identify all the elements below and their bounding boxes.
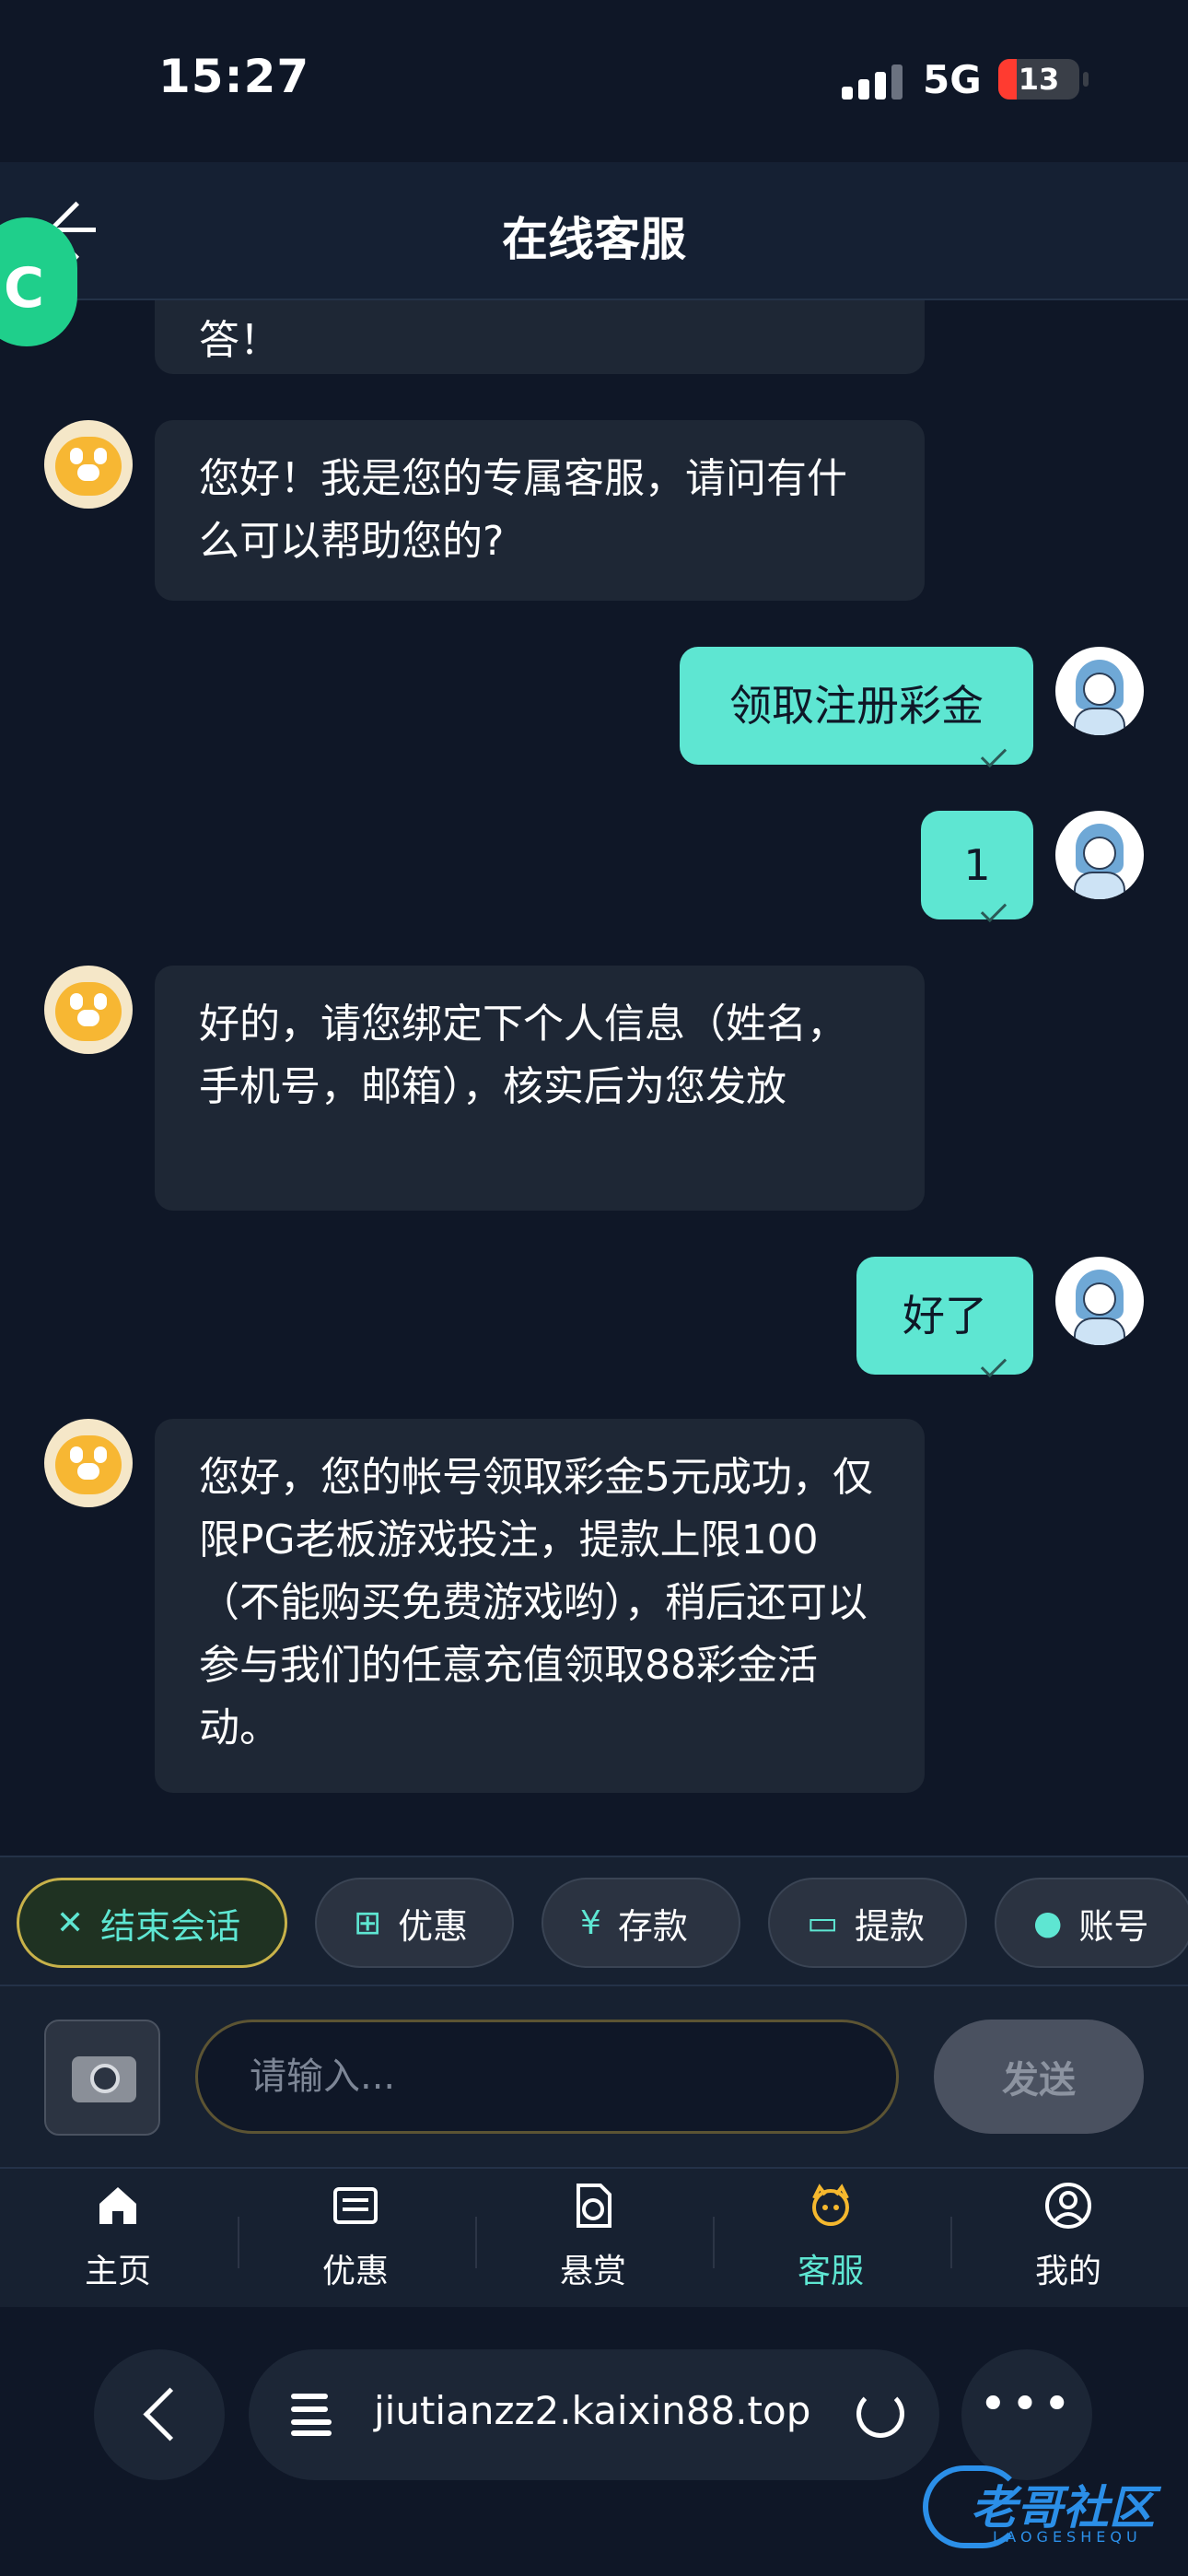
user-avatar: [1055, 811, 1144, 899]
message-bot: 您好，您的帐号领取彩金5元成功，仅限PG老板游戏投注，提款上限100（不能购买免…: [155, 1419, 925, 1793]
promo-button[interactable]: ⊞ 优惠: [315, 1878, 514, 1968]
message-user: 好了: [856, 1257, 1033, 1378]
user-avatar: [1055, 1257, 1144, 1345]
chat-messages: 答！ 您好！我是您的专属客服，请问有什么可以帮助您的? 领取注册彩金 1 好的，…: [0, 300, 1188, 1856]
battery-level: 13: [1018, 62, 1060, 97]
tab-home[interactable]: 主页: [35, 2182, 201, 2301]
withdraw-button[interactable]: ▭ 提款: [768, 1878, 967, 1968]
tab-reward[interactable]: 悬赏: [510, 2182, 676, 2301]
reload-icon[interactable]: [856, 2390, 904, 2438]
chat-header: 在线客服: [0, 162, 1188, 300]
quick-actions: ✕ 结束会话 ⊞ 优惠 ¥ 存款 ▭ 提款 ● 账号: [0, 1856, 1188, 1986]
status-time: 15:27: [158, 50, 310, 103]
tab-label: 我的: [1034, 2253, 1101, 2290]
message-text: 好了: [903, 1291, 987, 1341]
message-text: 领取注册彩金: [729, 681, 984, 731]
message-text: 1: [963, 840, 991, 890]
deposit-button[interactable]: ¥ 存款: [542, 1878, 740, 1968]
floating-badge-text: C: [4, 256, 45, 321]
chip-label: 账号: [1078, 1905, 1149, 1947]
page-title: 在线客服: [502, 213, 686, 266]
signal-icon: [842, 63, 903, 100]
tab-label: 主页: [84, 2253, 151, 2290]
message-bot: 您好！我是您的专属客服，请问有什么可以帮助您的?: [155, 420, 925, 601]
tab-support[interactable]: 客服: [748, 2182, 914, 2301]
more-menu-button[interactable]: •••: [961, 2349, 1092, 2480]
read-check-icon: [980, 896, 1007, 923]
gift-icon: ⊞: [354, 1903, 382, 1942]
tab-promo[interactable]: 优惠: [273, 2182, 438, 2301]
yen-icon: ¥: [580, 1903, 601, 1942]
message-input[interactable]: [195, 2020, 899, 2134]
address-bar[interactable]: jiutianzz2.kaixin88.top: [249, 2349, 939, 2480]
status-bar: 15:27 5G 13: [0, 0, 1188, 162]
browser-back-button[interactable]: [94, 2349, 225, 2480]
battery-icon: 13: [998, 59, 1079, 100]
chip-label: 优惠: [398, 1905, 469, 1947]
user-avatar: [1055, 647, 1144, 735]
message-text: 您好！我是您的专属客服，请问有什么可以帮助您的?: [199, 455, 847, 565]
bottom-tab-bar: 主页 优惠 悬赏 客服 我的: [0, 2169, 1188, 2307]
url-text: jiutianzz2.kaixin88.top: [374, 2388, 811, 2433]
floating-service-icon[interactable]: C: [0, 217, 77, 346]
message-user: 领取注册彩金: [680, 647, 1033, 768]
message-text: 好的，请您绑定下个人信息（姓名，手机号，邮箱），核实后为您发放: [199, 1001, 847, 1110]
close-icon: ✕: [56, 1903, 85, 1942]
watermark-logo: 老哥社区 LAOGESHEQU: [923, 2465, 1173, 2558]
read-check-icon: [980, 1351, 1007, 1378]
end-session-button[interactable]: ✕ 结束会话: [17, 1878, 287, 1968]
user-icon: ●: [1033, 1903, 1063, 1942]
tab-label: 优惠: [321, 2253, 389, 2290]
read-check-icon: [980, 741, 1007, 768]
chip-label: 结束会话: [100, 1905, 241, 1947]
account-button[interactable]: ● 账号: [995, 1878, 1188, 1968]
message-bot: 答！: [155, 300, 925, 374]
tab-label: 悬赏: [559, 2253, 626, 2290]
message-text: 您好，您的帐号领取彩金5元成功，仅限PG老板游戏投注，提款上限100（不能购买免…: [199, 1454, 873, 1751]
camera-button[interactable]: [44, 2020, 160, 2136]
chip-label: 存款: [617, 1905, 688, 1947]
message-user: 1: [921, 811, 1033, 923]
message-text: 答！: [199, 317, 280, 364]
message-composer: 发送: [0, 1986, 1188, 2169]
home-icon: [94, 2182, 142, 2230]
tab-label: 客服: [797, 2253, 864, 2290]
reward-icon: [569, 2182, 617, 2230]
profile-icon: [1044, 2182, 1092, 2230]
bot-avatar: [44, 420, 133, 509]
bot-avatar: [44, 966, 133, 1054]
message-bot: 好的，请您绑定下个人信息（姓名，手机号，邮箱），核实后为您发放: [155, 966, 925, 1211]
page-icon: [291, 2394, 332, 2436]
send-button[interactable]: 发送: [934, 2020, 1144, 2134]
support-icon: [807, 2182, 855, 2230]
watermark-subtext: LAOGESHEQU: [993, 2528, 1142, 2546]
chip-label: 提款: [855, 1905, 926, 1947]
card-icon: ▭: [807, 1903, 839, 1942]
tab-profile[interactable]: 我的: [985, 2182, 1151, 2301]
network-label: 5G: [923, 57, 982, 102]
list-icon: [332, 2182, 379, 2230]
bot-avatar: [44, 1419, 133, 1507]
